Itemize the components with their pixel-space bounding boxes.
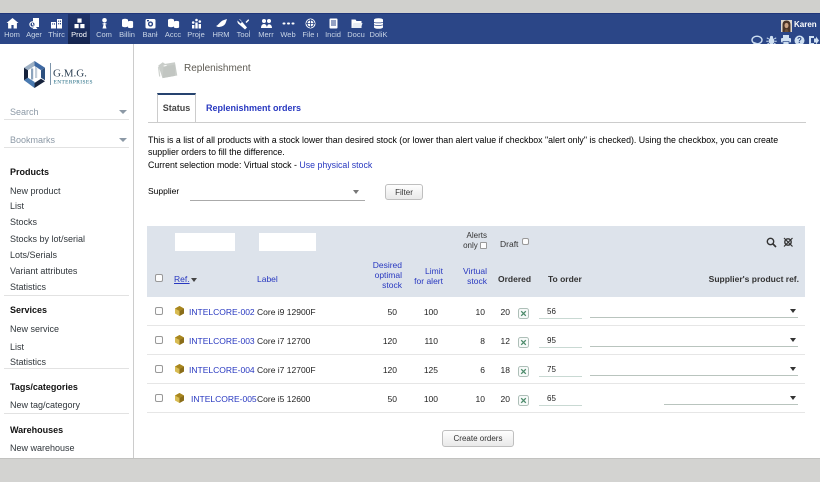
svg-text:G.M.G.: G.M.G. [53, 68, 87, 80]
svg-text:ENTERPRISES: ENTERPRISES [54, 80, 93, 86]
